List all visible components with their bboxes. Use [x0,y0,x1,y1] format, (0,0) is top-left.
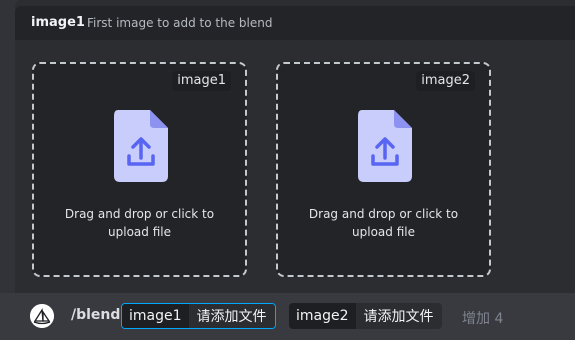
option-chip-name: image1 [122,304,189,328]
option-chip-image1[interactable]: image1 请添加文件 [121,303,276,329]
option-name: image1 [31,15,85,30]
command-name: /blend [71,307,121,323]
option-chip-name: image2 [289,303,356,329]
dropzone-image1[interactable]: image1 Drag and drop or click to upload … [32,62,247,277]
more-options-button[interactable]: 增加 4 [462,308,503,328]
option-description: First image to add to the blend [87,16,273,30]
option-header: image1 First image to add to the blend [15,6,575,40]
bot-avatar-icon [30,304,54,328]
file-upload-icon [358,110,412,182]
dropzone-tag: image2 [416,71,475,91]
dropzone-tag: image1 [172,71,231,91]
dropzone-instructions: Drag and drop or click to upload file [64,207,215,239]
file-upload-icon [114,110,168,182]
dropzone-instructions: Drag and drop or click to upload file [308,207,459,239]
dropzone-image2[interactable]: image2 Drag and drop or click to upload … [276,62,491,277]
option-chip-image2[interactable]: image2 请添加文件 [289,303,442,329]
slash-command-bar: /blend image1 请添加文件 image2 请添加文件 增加 4 [0,293,575,340]
option-chip-value: 请添加文件 [355,303,442,329]
option-chip-value: 请添加文件 [188,304,275,328]
